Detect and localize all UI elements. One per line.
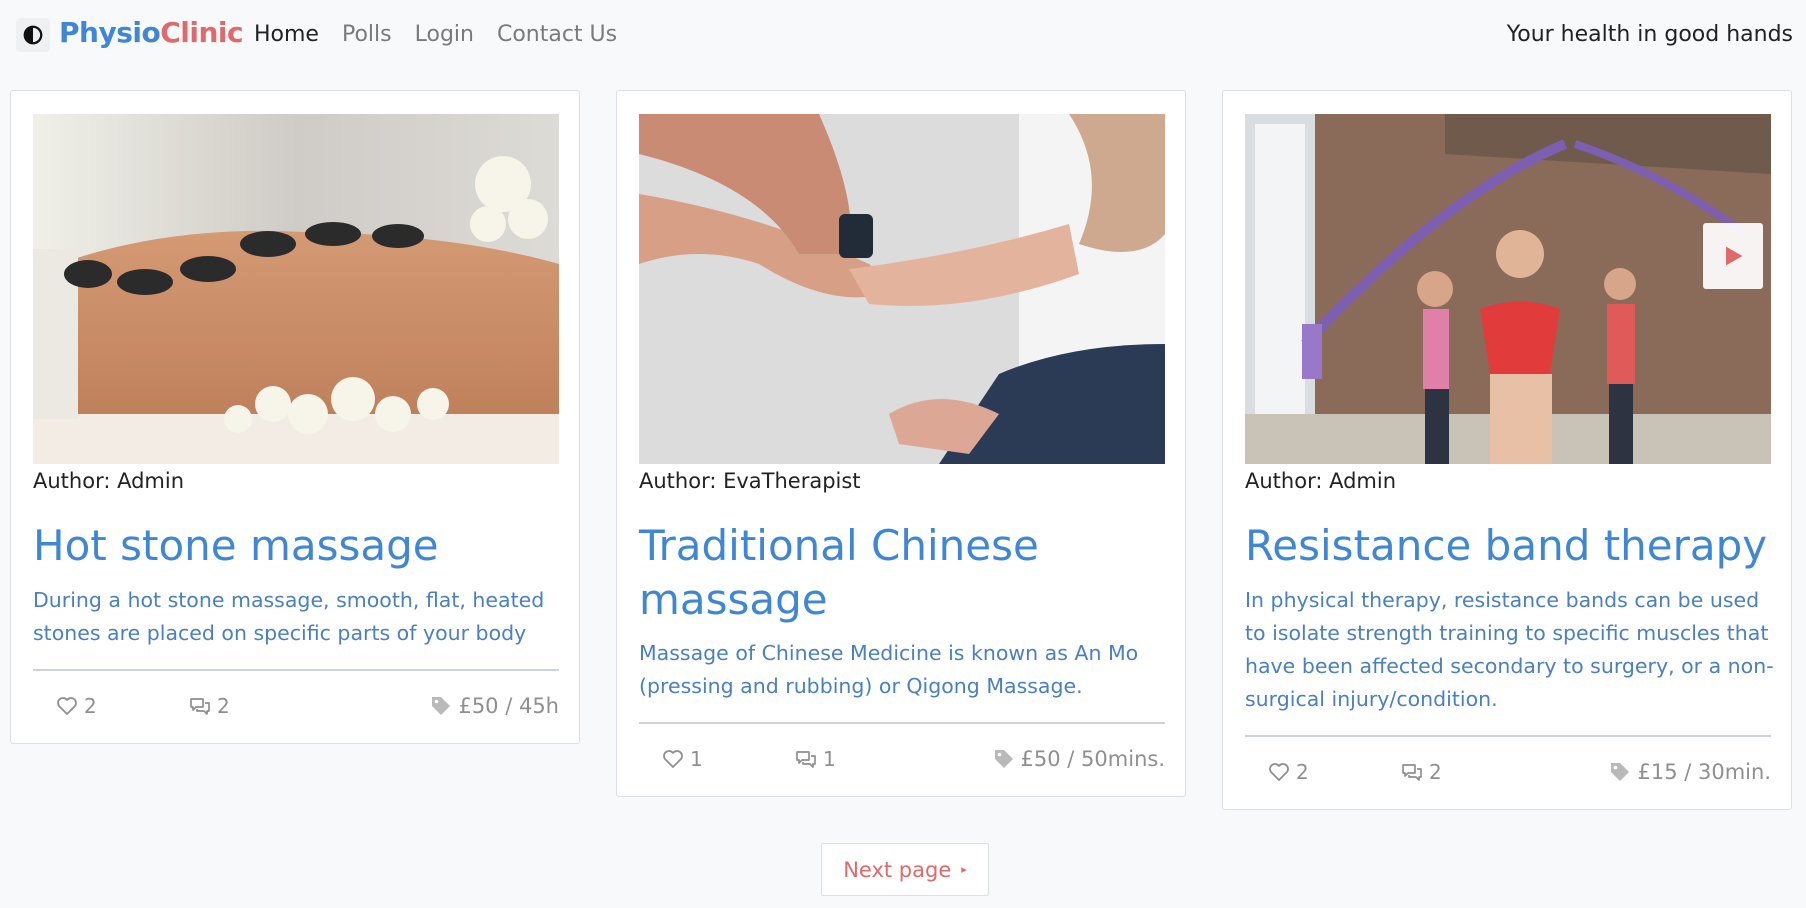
post-author: Author: Admin xyxy=(33,469,185,493)
play-icon xyxy=(1726,246,1743,266)
post-meta: 2 2 £15 / 30min. xyxy=(1245,760,1771,790)
brand-part-clinic: Clinic xyxy=(160,16,244,49)
comments-icon xyxy=(796,751,816,768)
comments-icon xyxy=(1402,764,1422,781)
next-page-label: Next page xyxy=(843,857,952,882)
comment-count: 2 xyxy=(217,694,230,718)
post-image-resistance-band[interactable] xyxy=(1245,114,1771,464)
brand-logo[interactable]: PhysioClinic xyxy=(59,16,244,49)
comment-count: 1 xyxy=(823,747,836,771)
nav-link-home[interactable]: Home xyxy=(254,22,319,47)
comments-button[interactable]: 1 xyxy=(794,747,836,771)
card-divider xyxy=(639,722,1165,724)
like-button[interactable]: 2 xyxy=(1267,760,1309,784)
card-divider xyxy=(33,669,559,671)
post-card: Author: Admin Hot stone massage During a… xyxy=(10,90,580,744)
heart-icon xyxy=(57,697,77,715)
price-tag: £50 / 45h xyxy=(429,694,559,718)
post-card: Author: EvaTherapist Traditional Chinese… xyxy=(616,90,1186,797)
post-author: Author: EvaTherapist xyxy=(639,469,861,493)
carousel-next-button[interactable] xyxy=(1703,223,1763,289)
comments-button[interactable]: 2 xyxy=(188,694,230,718)
next-arrow-icon: ▸ xyxy=(961,863,967,876)
post-image-chinese-massage[interactable] xyxy=(639,114,1165,464)
post-description: Massage of Chinese Medicine is known as … xyxy=(639,641,1139,698)
heart-icon xyxy=(663,750,683,768)
post-meta: 1 1 £50 / 50mins. xyxy=(639,747,1165,777)
brand-part-physio: Physio xyxy=(59,16,161,49)
price-tag-icon xyxy=(1611,763,1630,781)
price-text: £15 / 30min. xyxy=(1637,760,1771,784)
post-meta: 2 2 £50 / 45h xyxy=(33,694,559,724)
nav-link-login[interactable]: Login xyxy=(415,22,474,47)
price-tag: £15 / 30min. xyxy=(1608,760,1771,784)
theme-toggle-icon xyxy=(23,25,43,45)
comment-count: 2 xyxy=(1429,760,1442,784)
price-tag-icon xyxy=(994,750,1013,768)
navbar: PhysioClinic Home Polls Login Contact Us… xyxy=(0,0,1806,72)
comments-button[interactable]: 2 xyxy=(1400,760,1442,784)
like-count: 2 xyxy=(84,694,97,718)
nav-link-contact[interactable]: Contact Us xyxy=(497,22,617,47)
price-tag: £50 / 50mins. xyxy=(992,747,1165,771)
card-divider xyxy=(1245,735,1771,737)
like-button[interactable]: 2 xyxy=(55,694,97,718)
price-text: £50 / 50mins. xyxy=(1020,747,1165,771)
tagline: Your health in good hands xyxy=(1506,22,1793,47)
post-description: In physical therapy, resistance bands ca… xyxy=(1245,588,1774,711)
post-title[interactable]: Traditional Chinese massage xyxy=(639,519,1169,627)
post-title[interactable]: Resistance band therapy xyxy=(1245,519,1775,573)
price-tag-icon xyxy=(432,697,451,715)
post-description: During a hot stone massage, smooth, flat… xyxy=(33,588,545,645)
comments-icon xyxy=(190,698,210,715)
post-image-hot-stone[interactable] xyxy=(33,114,559,464)
heart-icon xyxy=(1269,763,1289,781)
like-button[interactable]: 1 xyxy=(661,747,703,771)
post-card: Author: Admin Resistance band therapy In… xyxy=(1222,90,1792,810)
nav-link-polls[interactable]: Polls xyxy=(342,22,392,47)
post-author: Author: Admin xyxy=(1245,469,1397,493)
nav-links: Home Polls Login Contact Us xyxy=(254,22,640,47)
theme-toggle-button[interactable] xyxy=(16,18,50,52)
like-count: 1 xyxy=(690,747,703,771)
next-page-button[interactable]: Next page ▸ xyxy=(821,843,989,896)
like-count: 2 xyxy=(1296,760,1309,784)
price-text: £50 / 45h xyxy=(458,694,559,718)
post-title[interactable]: Hot stone massage xyxy=(33,519,563,573)
